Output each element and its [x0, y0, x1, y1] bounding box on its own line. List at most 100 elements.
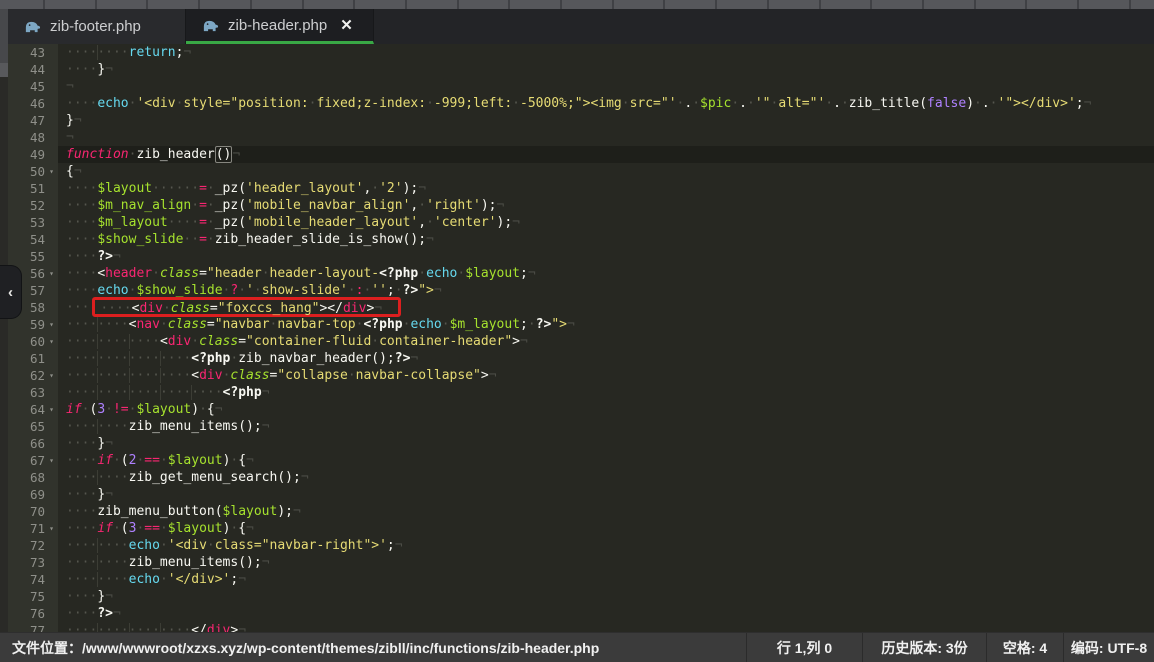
code-token: ?>: [97, 606, 113, 621]
code-line-56: 56▾····<header·class="header·header-layo…: [8, 265, 1154, 282]
code-line-46: 46····echo·'<div·style="position:·fixed;…: [8, 95, 1154, 112]
sidebar-collapse-handle[interactable]: ‹: [0, 266, 21, 318]
gutter: 54: [8, 231, 58, 248]
indent-whitespace: ····: [66, 572, 97, 587]
code-token: div: [168, 334, 191, 349]
fold-arrow-icon[interactable]: ▾: [45, 333, 58, 350]
code-token: echo: [129, 538, 160, 553]
code-token: nav: [136, 317, 159, 332]
indent-whitespace: ····: [66, 96, 97, 111]
code-token: ·zib_navbar_header();: [230, 351, 394, 366]
line-number: 60: [8, 333, 45, 350]
fold-arrow-icon[interactable]: ▾: [45, 265, 58, 282]
code-line-60: 60▾············<div·class="container-flu…: [8, 333, 1154, 350]
indent-whitespace: ····: [66, 198, 97, 213]
code-line-73: 73········zib_menu_items();¬: [8, 554, 1154, 571]
line-number: 62: [8, 367, 45, 384]
code-token: ==: [144, 521, 160, 536]
code-content: ········return;¬: [58, 44, 1154, 61]
line-number: 70: [8, 503, 45, 520]
code-line-67: 67▾····if·(2·==·$layout)·{¬: [8, 452, 1154, 469]
close-tab-icon[interactable]: ✕: [340, 16, 353, 34]
code-token: )·{: [191, 402, 214, 417]
code-line-68: 68········zib_get_menu_search();¬: [8, 469, 1154, 486]
tab-zib-header[interactable]: zib-header.php ✕: [186, 9, 374, 44]
fold-arrow-icon[interactable]: ▾: [45, 316, 58, 333]
code-token: ·_pz(: [207, 198, 246, 213]
eol-marker: ¬: [246, 453, 254, 468]
code-token: }: [97, 487, 105, 502]
eol-marker: ¬: [262, 555, 270, 570]
gutter: 74: [8, 571, 58, 588]
code-token: <?php: [223, 385, 262, 400]
left-scrollbar-thumb[interactable]: [0, 63, 8, 77]
gutter: 55: [8, 248, 58, 265]
eol-marker: ¬: [105, 436, 113, 451]
fold-arrow-icon[interactable]: ▾: [45, 163, 58, 180]
fold-spacer: [45, 61, 58, 78]
code-token: ·: [160, 453, 168, 468]
eol-marker: ¬: [105, 62, 113, 77]
fold-spacer: [45, 469, 58, 486]
eol-marker: ¬: [434, 283, 442, 298]
line-number: 55: [8, 248, 45, 265]
line-number: 75: [8, 588, 45, 605]
eol-marker: ¬: [418, 181, 426, 196]
indent-whitespace: ····: [97, 470, 128, 485]
code-token: false: [927, 96, 966, 111]
tab-zib-footer[interactable]: zib-footer.php: [8, 9, 186, 44]
fold-spacer: [45, 95, 58, 112]
gutter: 60▾: [8, 333, 58, 350]
gutter: 51: [8, 180, 58, 197]
code-line-50: 50▾{¬: [8, 163, 1154, 180]
indent-whitespace: ····: [97, 334, 128, 349]
fold-spacer: [45, 486, 58, 503]
gutter: 52: [8, 197, 58, 214]
code-token: ·.·: [825, 96, 848, 111]
eol-marker: ¬: [512, 215, 520, 230]
code-token: 'header_layout': [246, 181, 363, 196]
indent-whitespace: ····: [66, 589, 97, 604]
code-editor-area[interactable]: 43········return;¬44····}¬45¬46····echo·…: [8, 44, 1154, 662]
code-token: ·: [348, 283, 356, 298]
fold-arrow-icon[interactable]: ▾: [45, 401, 58, 418]
code-token: $layout: [136, 402, 191, 417]
code-content: ····?>¬: [58, 248, 1154, 265]
eol-marker: ¬: [113, 249, 121, 264]
code-token: if: [97, 521, 113, 536]
code-line-71: 71▾····if·(3·==·$layout)·{¬: [8, 520, 1154, 537]
indent-whitespace: ····: [97, 538, 128, 553]
eol-marker: ¬: [232, 147, 240, 162]
indent-whitespace: ····: [66, 436, 97, 451]
code-token: '2': [379, 181, 402, 196]
fold-arrow-icon[interactable]: ▾: [45, 520, 58, 537]
code-token: ·(: [113, 521, 129, 536]
eol-marker: ¬: [1084, 96, 1092, 111]
code-line-62: 62▾················<div·class="collapse·…: [8, 367, 1154, 384]
code-token: class: [160, 266, 199, 281]
code-line-51: 51····$layout······=·_pz('header_layout'…: [8, 180, 1154, 197]
code-content: ····}¬: [58, 588, 1154, 605]
code-content: ¬: [58, 129, 1154, 146]
indent-whitespace: ····: [66, 45, 97, 60]
code-token: ·_pz(: [207, 181, 246, 196]
code-token: ;: [520, 266, 528, 281]
code-token: ;·: [520, 317, 536, 332]
indent-whitespace: ····: [66, 181, 97, 196]
code-token: ?>: [97, 249, 113, 264]
code-token: <?php: [363, 317, 402, 332]
indent-whitespace: ····: [97, 45, 128, 60]
eol-marker: ¬: [410, 351, 418, 366]
gutter: 59▾: [8, 316, 58, 333]
gutter: 44: [8, 61, 58, 78]
code-token: (): [215, 146, 233, 163]
code-line-63: 63····················<?php¬: [8, 384, 1154, 401]
fold-arrow-icon[interactable]: ▾: [45, 452, 58, 469]
line-number: 61: [8, 350, 45, 367]
gutter: 63: [8, 384, 58, 401]
code-token: 'mobile_navbar_align': [246, 198, 410, 213]
fold-spacer: [45, 554, 58, 571]
code-token: );: [403, 181, 419, 196]
fold-arrow-icon[interactable]: ▾: [45, 367, 58, 384]
line-number: 49: [8, 146, 45, 163]
